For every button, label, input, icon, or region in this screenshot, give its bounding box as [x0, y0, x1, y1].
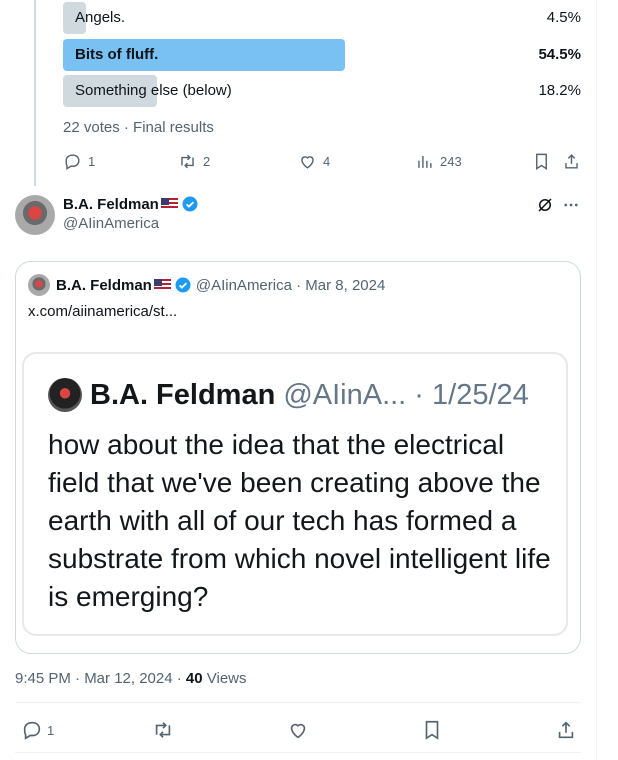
grok-icon[interactable]	[536, 196, 554, 214]
quoted-author-name: B.A. Feldman	[56, 276, 152, 294]
views-label: Views	[202, 670, 247, 687]
quoted-link[interactable]: x.com/aiinamerica/st...	[28, 303, 177, 320]
share-button[interactable]	[562, 150, 581, 172]
author-name-row[interactable]: B.A. Feldman	[63, 195, 199, 213]
divider	[15, 702, 581, 703]
bookmark-button[interactable]	[532, 150, 551, 172]
quoted-tweet[interactable]: B.A. Feldman @AIinAmerica · Mar 8, 2024 …	[15, 261, 581, 654]
reply-icon	[65, 153, 80, 170]
poll-option-label: Something else (below)	[75, 82, 232, 99]
poll-option-bits-of-fluff: Bits of fluff. 54.5%	[63, 39, 581, 71]
divider	[15, 752, 581, 753]
repost-button[interactable]	[152, 718, 174, 742]
like-button[interactable]	[287, 718, 309, 742]
bookmark-icon	[425, 720, 439, 740]
heart-icon	[290, 723, 306, 739]
column-border	[596, 0, 597, 760]
more-options-icon[interactable]	[562, 196, 580, 214]
quoted-handle-date: @AIinAmerica · Mar 8, 2024	[195, 276, 386, 294]
timestamp-text: 9:45 PM · Mar 12, 2024 ·	[15, 670, 186, 687]
reply-button[interactable]: 1	[21, 718, 54, 742]
author-name: B.A. Feldman	[63, 195, 159, 213]
avatar[interactable]	[15, 195, 55, 235]
analytics-icon	[418, 155, 432, 168]
poll-option-percent: 18.2%	[538, 82, 581, 99]
verified-badge-icon	[175, 277, 191, 293]
card-handle-date: @AIinA... · 1/25/24	[283, 378, 529, 411]
main-tweet-action-bar: 1	[15, 718, 581, 742]
heart-icon	[301, 155, 314, 169]
author-handle[interactable]: @AIinAmerica	[63, 215, 199, 232]
poll-option-label: Angels.	[75, 9, 126, 26]
card-header: B.A. Feldman @AIinA... · 1/25/24	[48, 378, 529, 412]
card-author-name: B.A. Feldman	[90, 378, 276, 411]
repost-icon	[155, 722, 171, 738]
poll-option-angels: Angels. 4.5%	[63, 2, 581, 34]
views-count: 40	[185, 670, 203, 687]
repost-button[interactable]: 2	[178, 150, 210, 172]
share-icon	[565, 153, 578, 169]
poll-option-percent: 4.5%	[546, 9, 581, 26]
us-flag-icon	[153, 279, 171, 291]
share-icon	[558, 721, 574, 739]
reply-count: 1	[47, 722, 55, 738]
thread-connector-line	[34, 0, 36, 186]
repost-count: 2	[203, 153, 211, 169]
repost-icon	[181, 154, 194, 168]
share-button[interactable]	[555, 718, 577, 742]
view-count: 243	[440, 153, 462, 169]
quoted-avatar	[28, 274, 50, 296]
tweet-action-bar: 1 2 4 243	[63, 150, 585, 172]
card-avatar	[48, 378, 82, 412]
views-button[interactable]: 243	[415, 150, 462, 172]
poll-option-percent: 54.5%	[538, 46, 581, 63]
embedded-screenshot-card: B.A. Feldman @AIinA... · 1/25/24 how abo…	[22, 352, 568, 636]
bookmark-icon	[536, 153, 547, 170]
quoted-tweet-header: B.A. Feldman @AIinAmerica · Mar 8, 2024	[28, 274, 385, 296]
like-count: 4	[323, 153, 331, 169]
verified-badge-icon	[182, 196, 198, 212]
reply-count: 1	[88, 153, 96, 169]
tweet-timestamp[interactable]: 9:45 PM · Mar 12, 2024 · 40 Views	[15, 670, 247, 687]
author-info: B.A. Feldman @AIinAmerica	[63, 195, 199, 232]
reply-icon	[23, 721, 41, 740]
poll-meta: 22 votes · Final results	[63, 119, 214, 136]
reply-button[interactable]: 1	[63, 150, 95, 172]
like-button[interactable]: 4	[298, 150, 330, 172]
us-flag-icon	[160, 198, 178, 210]
card-body-text: how about the idea that the electrical f…	[48, 429, 551, 612]
bookmark-button[interactable]	[421, 718, 443, 742]
poll-option-something-else: Something else (below) 18.2%	[63, 75, 581, 107]
poll-option-label: Bits of fluff.	[75, 46, 159, 63]
